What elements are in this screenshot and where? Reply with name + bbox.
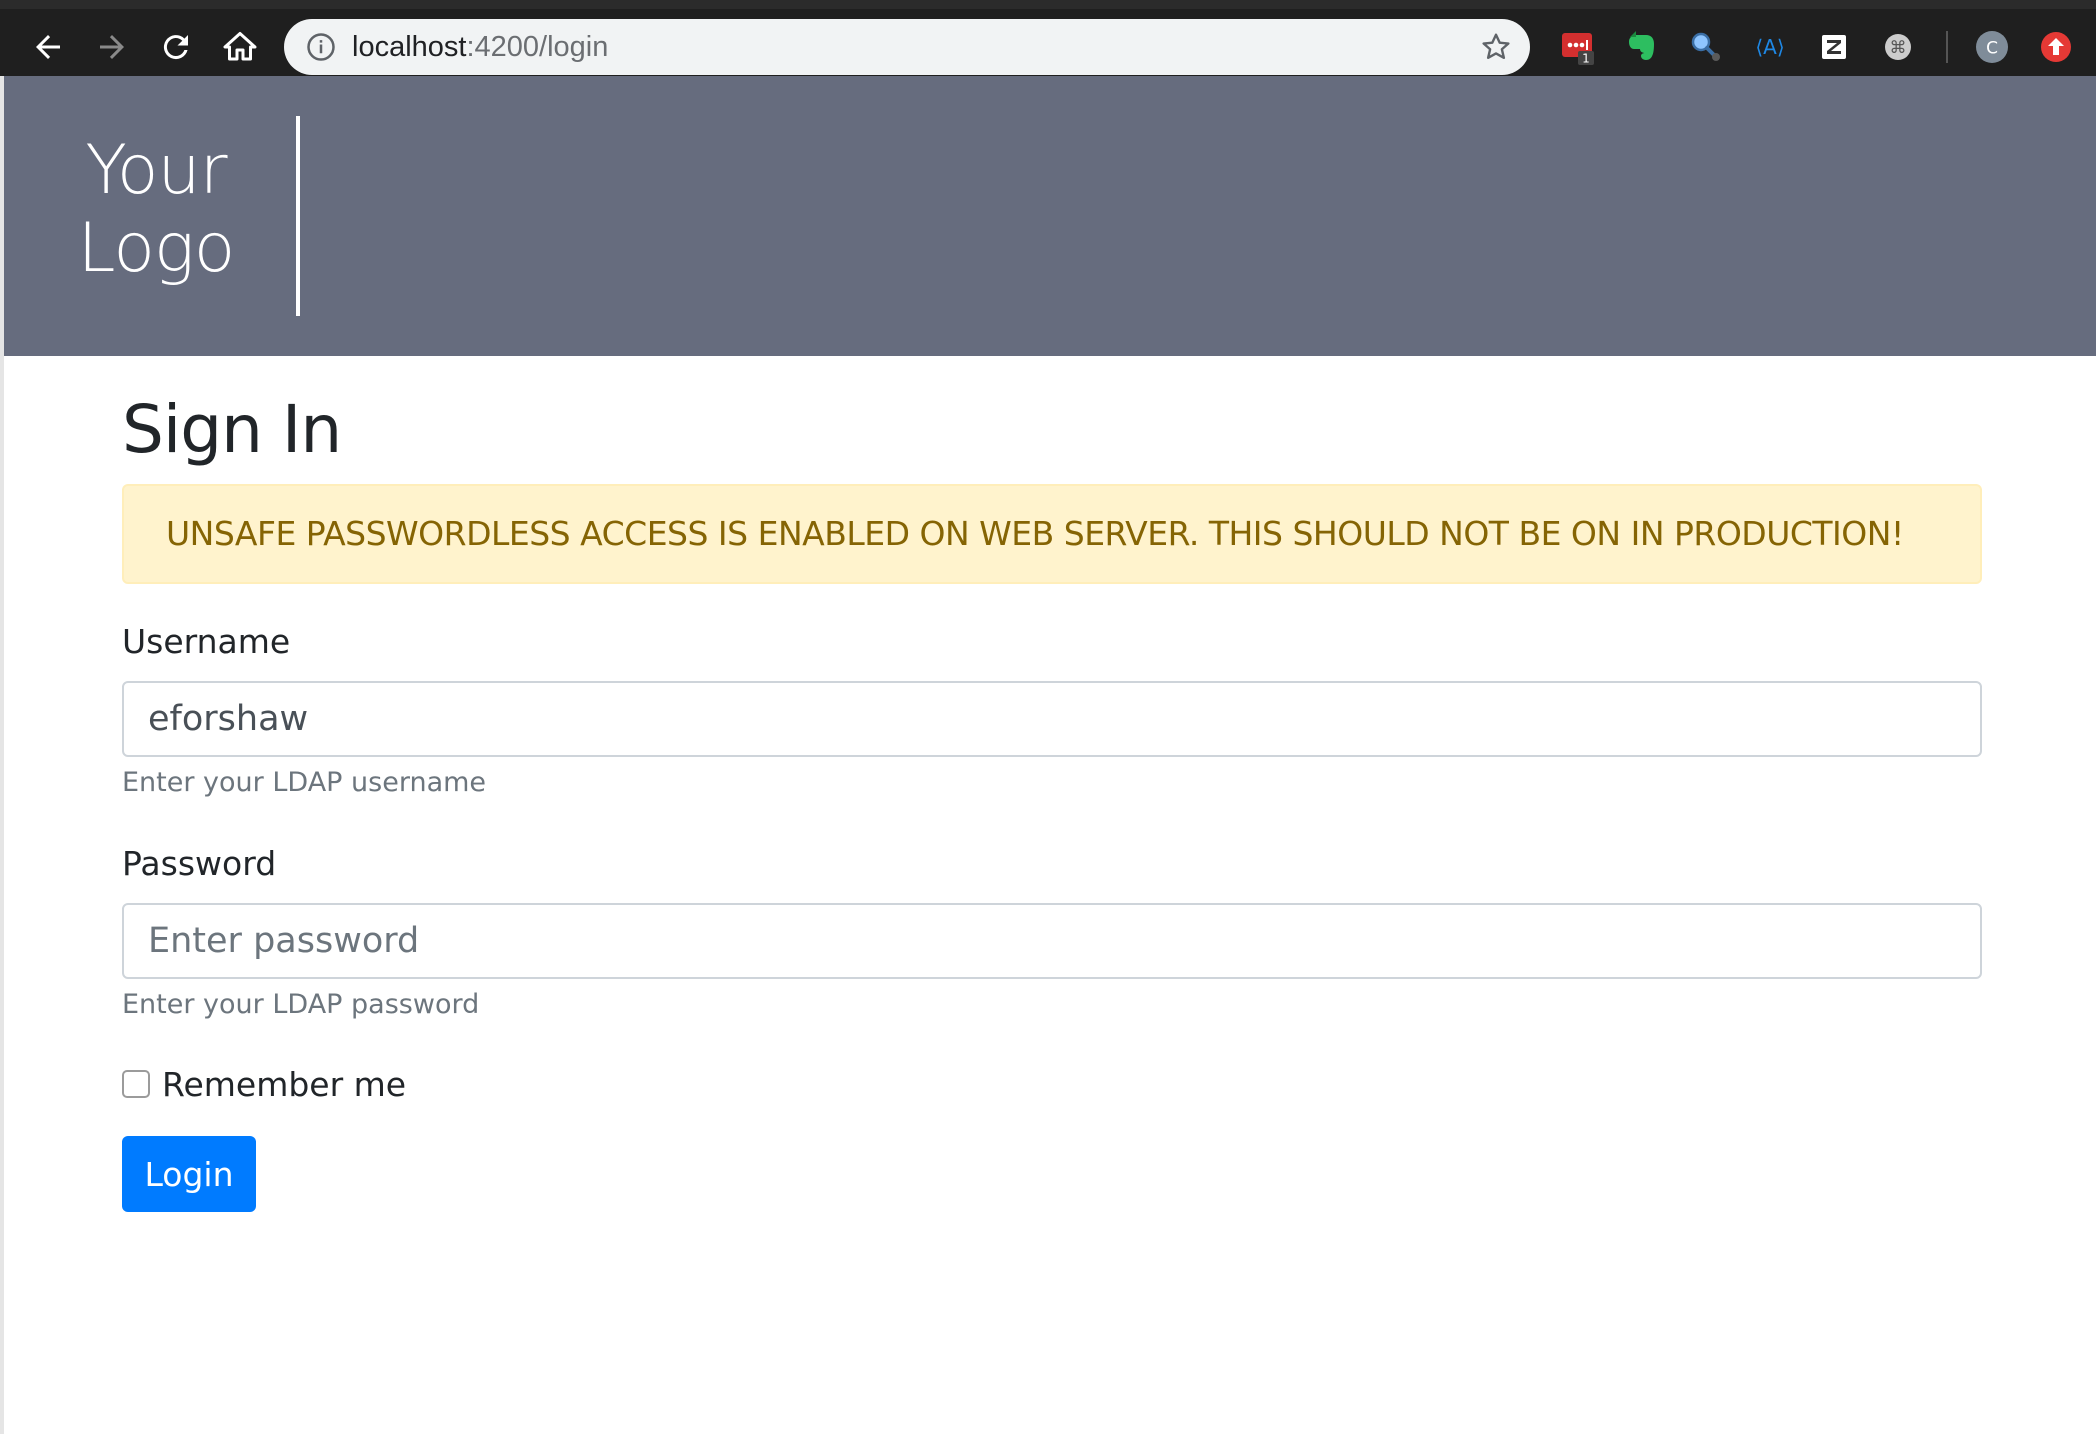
login-form: Sign In UNSAFE PASSWORDLESS ACCESS IS EN… bbox=[122, 356, 1982, 1212]
browser-toolbar: localhost:4200/login 1 ⟨A⟩ ⌘ C bbox=[0, 0, 2096, 76]
svg-text:⌘: ⌘ bbox=[1890, 38, 1907, 58]
forward-button[interactable] bbox=[90, 25, 134, 69]
logo-line1: Your bbox=[85, 131, 227, 210]
zotero-icon bbox=[1822, 35, 1846, 59]
password-help-text: Enter your LDAP password bbox=[122, 989, 480, 1020]
username-help-text: Enter your LDAP username bbox=[122, 767, 487, 798]
profile-initial: C bbox=[1986, 39, 1998, 59]
reload-icon bbox=[163, 35, 188, 60]
back-button[interactable] bbox=[26, 25, 70, 69]
profile-button[interactable]: C bbox=[1974, 29, 2010, 65]
lastpass-icon: 1 bbox=[1562, 33, 1594, 66]
url-text[interactable]: localhost:4200/login bbox=[352, 19, 608, 75]
url-path: :4200/login bbox=[466, 31, 609, 63]
command-extension-icon: ⌘ bbox=[1885, 34, 1911, 60]
password-label: Password bbox=[122, 844, 277, 883]
lastpass-extension-button[interactable]: 1 bbox=[1560, 29, 1596, 65]
zotero-extension-button[interactable] bbox=[1816, 29, 1852, 65]
angular-extension-icon: ⟨A⟩ bbox=[1755, 35, 1784, 59]
remember-me-row[interactable]: Remember me bbox=[122, 1064, 1982, 1104]
url-host: localhost bbox=[352, 31, 467, 63]
logo-divider bbox=[296, 116, 300, 316]
arrow-right-icon bbox=[100, 35, 124, 59]
home-icon bbox=[223, 32, 257, 61]
magnifier-extension-button[interactable] bbox=[1688, 29, 1724, 65]
logo[interactable]: Your Logo bbox=[66, 132, 246, 288]
angular-extension-button[interactable]: ⟨A⟩ bbox=[1752, 29, 1788, 65]
evernote-icon bbox=[1629, 31, 1654, 60]
profile-avatar-icon: C bbox=[1976, 31, 2008, 63]
info-icon[interactable] bbox=[306, 32, 336, 62]
extension-badge: 1 bbox=[1582, 52, 1590, 66]
update-button[interactable] bbox=[2038, 29, 2074, 65]
command-extension-button[interactable]: ⌘ bbox=[1880, 29, 1916, 65]
username-input[interactable] bbox=[122, 681, 1982, 757]
remember-me-label[interactable]: Remember me bbox=[162, 1065, 406, 1104]
app-header: Your Logo bbox=[4, 76, 2096, 356]
page-title: Sign In bbox=[122, 391, 342, 468]
bookmark-star-icon[interactable] bbox=[1480, 31, 1512, 63]
evernote-extension-button[interactable] bbox=[1624, 29, 1660, 65]
update-arrow-icon bbox=[2041, 32, 2071, 62]
password-input[interactable] bbox=[122, 903, 1982, 979]
svg-text:⟨A⟩: ⟨A⟩ bbox=[1755, 35, 1784, 59]
logo-line2: Logo bbox=[77, 209, 236, 288]
warning-alert: UNSAFE PASSWORDLESS ACCESS IS ENABLED ON… bbox=[122, 484, 1982, 584]
toolbar-separator bbox=[1946, 31, 1948, 63]
remember-me-checkbox[interactable] bbox=[122, 1070, 150, 1098]
reload-button[interactable] bbox=[154, 25, 198, 69]
address-bar[interactable]: localhost:4200/login bbox=[284, 19, 1530, 75]
home-button[interactable] bbox=[218, 25, 262, 69]
login-button[interactable]: Login bbox=[122, 1136, 256, 1212]
username-label: Username bbox=[122, 622, 291, 661]
arrow-left-icon bbox=[36, 35, 60, 59]
magnifier-extension-icon bbox=[1691, 32, 1720, 61]
